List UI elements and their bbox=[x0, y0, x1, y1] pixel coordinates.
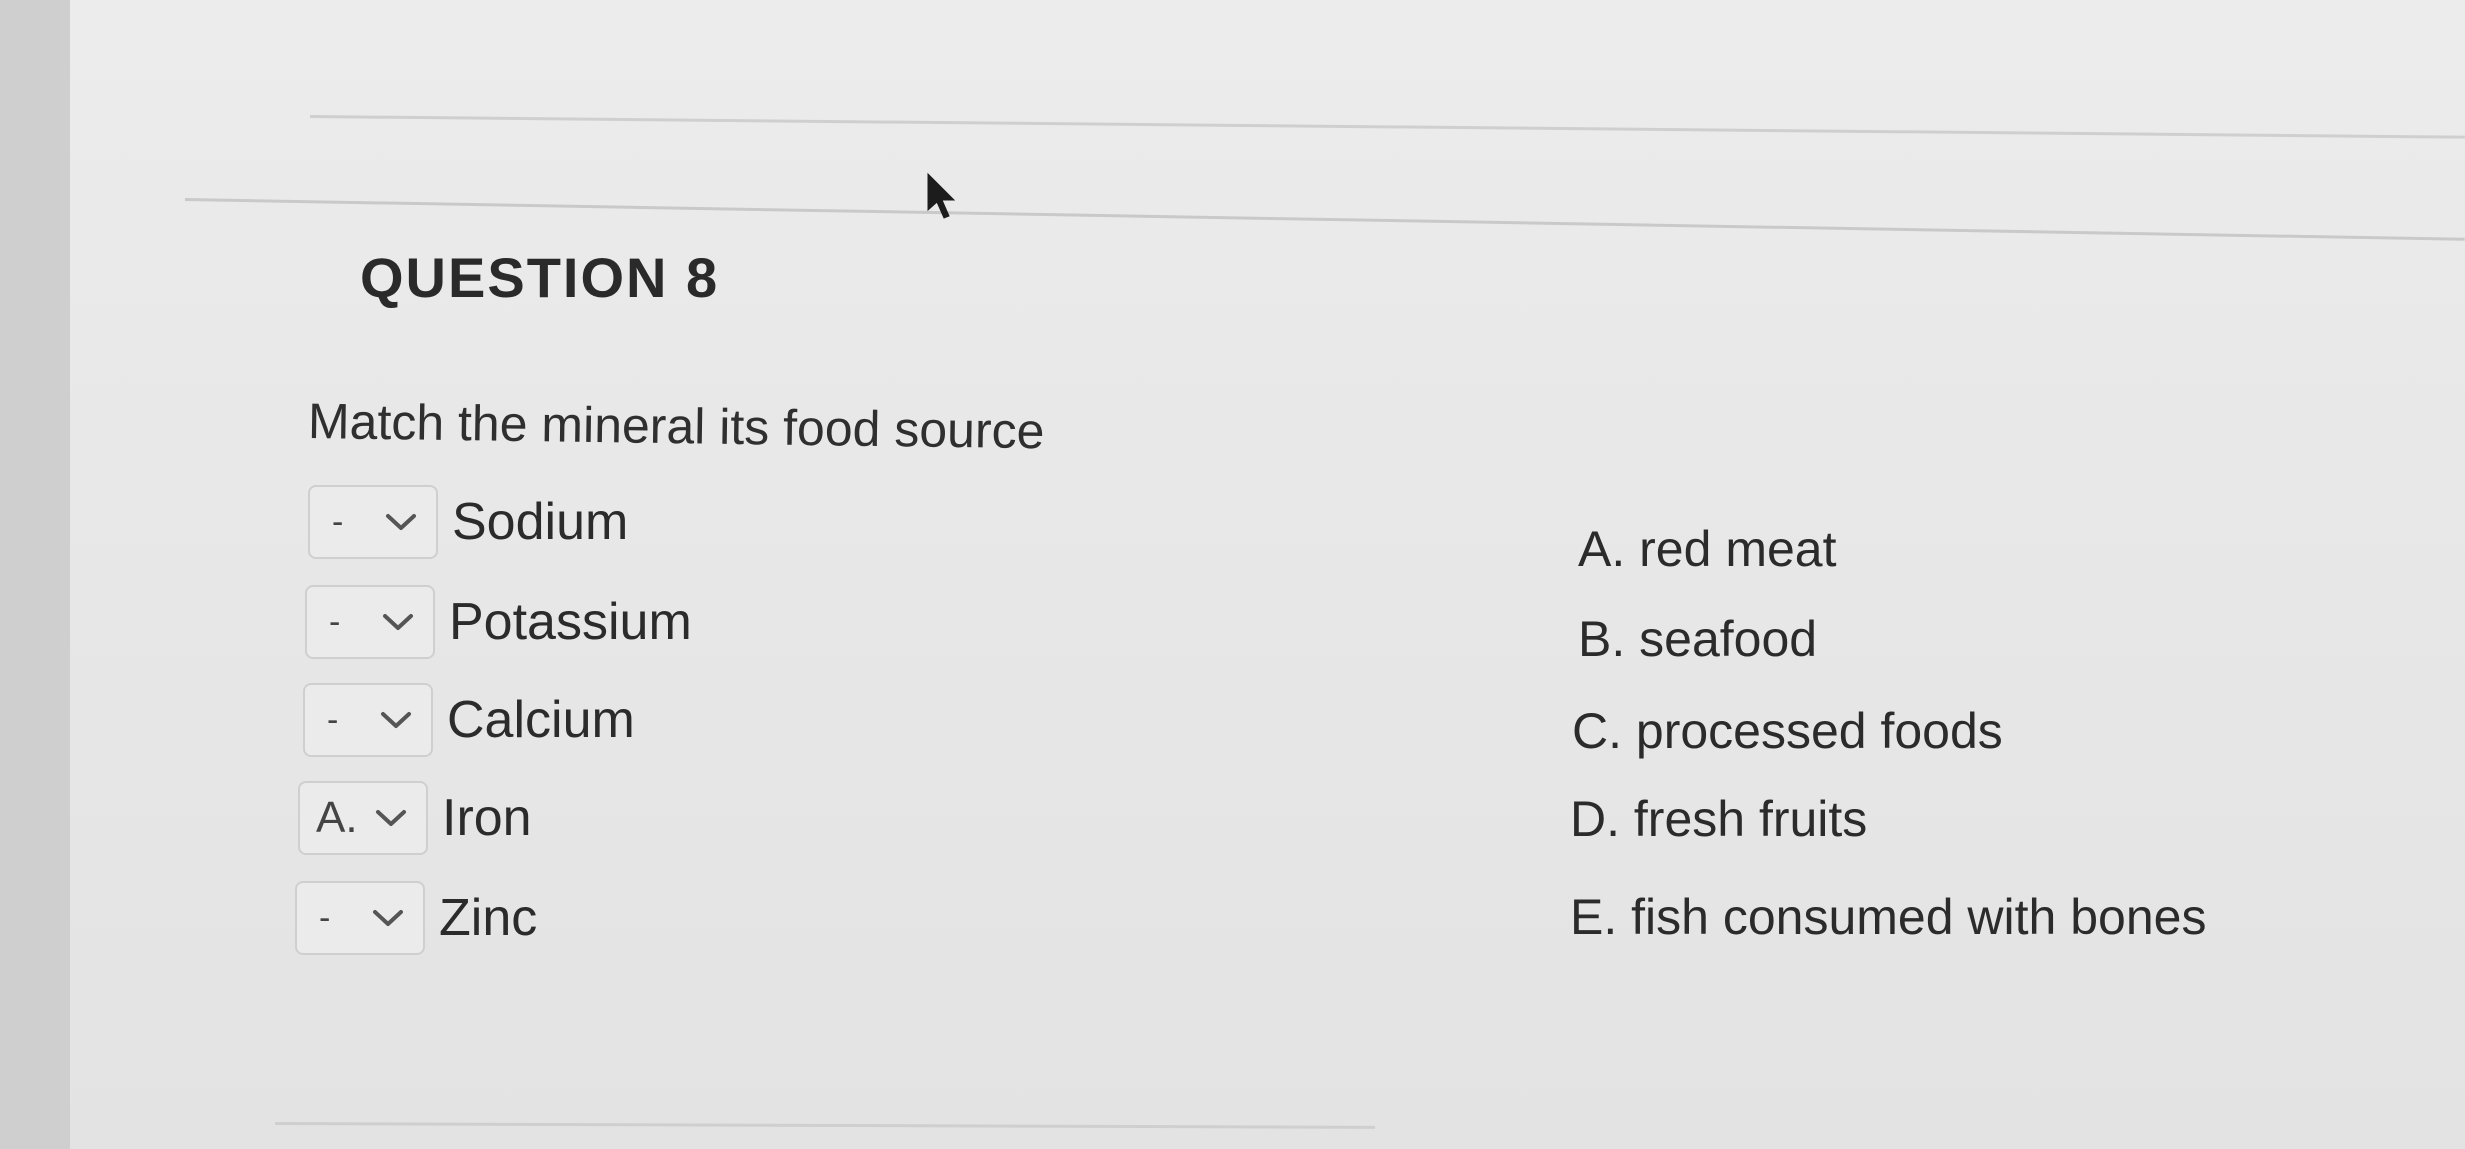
chevron-down-icon bbox=[376, 810, 406, 826]
match-row-calcium: - Calcium bbox=[303, 680, 635, 760]
match-label-iron: Iron bbox=[442, 789, 532, 847]
option-text: red meat bbox=[1639, 521, 1837, 577]
select-value: A. bbox=[316, 793, 358, 842]
match-label-sodium: Sodium bbox=[452, 493, 629, 551]
question-prompt: Match the mineral its food source bbox=[307, 393, 1045, 460]
option-letter: E. bbox=[1570, 889, 1618, 945]
option-text: fish consumed with bones bbox=[1631, 889, 2207, 945]
option-letter: C. bbox=[1572, 703, 1622, 759]
option-letter: D. bbox=[1570, 791, 1620, 847]
answer-select-calcium[interactable]: - bbox=[303, 683, 433, 757]
question-panel bbox=[70, 0, 2465, 1149]
option-text: fresh fruits bbox=[1633, 791, 1868, 847]
match-label-potassium: Potassium bbox=[449, 593, 692, 651]
select-value: - bbox=[327, 700, 339, 739]
option-b: B. seafood bbox=[1578, 610, 1817, 668]
option-d: D. fresh fruits bbox=[1570, 790, 1867, 848]
option-a: A. red meat bbox=[1578, 520, 1836, 578]
match-label-calcium: Calcium bbox=[447, 691, 635, 749]
match-row-iron: A. Iron bbox=[298, 778, 532, 858]
option-letter: B. bbox=[1578, 611, 1626, 667]
match-row-potassium: - Potassium bbox=[305, 582, 692, 662]
question-title: QUESTION 8 bbox=[360, 246, 720, 309]
answer-select-sodium[interactable]: - bbox=[308, 485, 438, 559]
match-label-zinc: Zinc bbox=[439, 889, 538, 947]
answer-select-potassium[interactable]: - bbox=[305, 585, 435, 659]
option-e: E. fish consumed with bones bbox=[1570, 888, 2206, 946]
select-value: - bbox=[332, 502, 344, 541]
screen-left-edge bbox=[0, 0, 70, 1149]
chevron-down-icon bbox=[373, 910, 403, 926]
option-text: seafood bbox=[1639, 611, 1818, 667]
select-value: - bbox=[319, 898, 331, 937]
answer-select-zinc[interactable]: - bbox=[295, 881, 425, 955]
chevron-down-icon bbox=[383, 614, 413, 630]
option-text: processed foods bbox=[1635, 703, 2003, 759]
option-c: C. processed foods bbox=[1572, 702, 2003, 760]
option-letter: A. bbox=[1578, 521, 1626, 577]
match-row-zinc: - Zinc bbox=[295, 878, 537, 958]
chevron-down-icon bbox=[386, 514, 416, 530]
match-row-sodium: - Sodium bbox=[308, 482, 628, 562]
chevron-down-icon bbox=[381, 712, 411, 728]
mouse-cursor-icon bbox=[927, 172, 956, 219]
answer-select-iron[interactable]: A. bbox=[298, 781, 428, 855]
select-value: - bbox=[329, 602, 341, 641]
